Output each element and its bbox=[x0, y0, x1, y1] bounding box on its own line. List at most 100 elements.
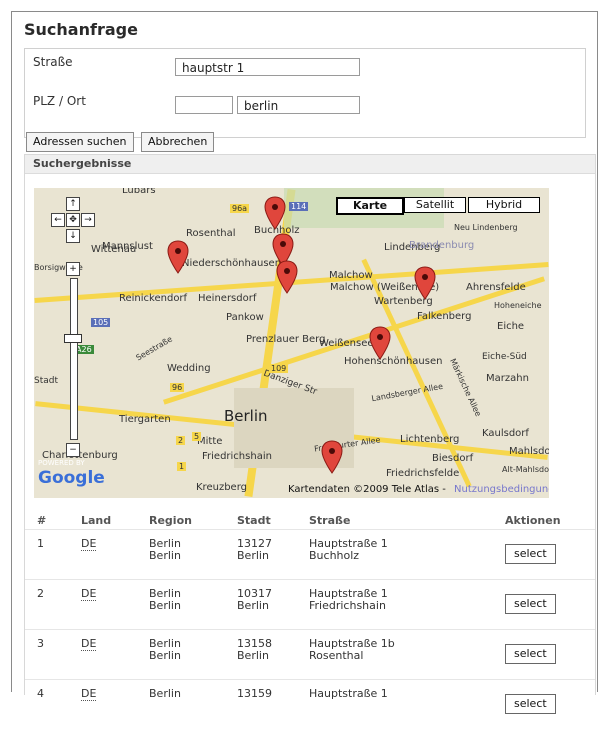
street-label: Straße bbox=[33, 55, 73, 69]
table-row: 1 DE BerlinBerlin 13127Berlin Hauptstraß… bbox=[25, 530, 595, 580]
map-label: Berlin bbox=[224, 407, 268, 425]
map-marker[interactable] bbox=[369, 326, 391, 360]
row-region-sub: Berlin bbox=[149, 550, 221, 562]
road-shield: 5 bbox=[192, 432, 201, 441]
row-num: 4 bbox=[25, 680, 69, 729]
map-label: Wedding bbox=[167, 363, 211, 374]
search-addresses-button[interactable]: Adressen suchen bbox=[26, 132, 134, 152]
row-num: 1 bbox=[25, 530, 69, 580]
zip-input[interactable] bbox=[175, 96, 233, 114]
map-label: Ahrensfelde bbox=[466, 282, 526, 293]
row-region-sub: Berlin bbox=[149, 600, 221, 612]
map-marker[interactable] bbox=[414, 266, 436, 300]
map-type-hybrid[interactable]: Hybrid bbox=[468, 197, 540, 213]
pan-center-button[interactable]: ✥ bbox=[66, 213, 80, 227]
map-label: Tiergarten bbox=[119, 414, 171, 425]
pan-left-button[interactable]: ← bbox=[51, 213, 65, 227]
pan-right-button[interactable]: → bbox=[81, 213, 95, 227]
map-attribution: Kartendaten ©2009 Tele Atlas - bbox=[288, 484, 446, 495]
col-num: # bbox=[25, 505, 69, 530]
road-shield: 114 bbox=[289, 202, 308, 211]
row-street: Hauptstraße 1 bbox=[309, 688, 489, 700]
city-input[interactable]: berlin bbox=[237, 96, 360, 114]
map-label: Neu Lindenberg bbox=[454, 223, 518, 232]
zoom-slider-track[interactable] bbox=[70, 278, 78, 440]
road-shield: 105 bbox=[91, 318, 110, 327]
map-label: Eiche bbox=[497, 321, 524, 332]
map-label: Wittenau bbox=[91, 244, 136, 255]
map-label: Hohenschönhausen bbox=[344, 356, 442, 367]
row-region-sub: Berlin bbox=[149, 650, 221, 662]
map-label: Mahlsdorf bbox=[509, 446, 549, 457]
map-label: Falkenberg bbox=[417, 311, 471, 322]
road-shield: 96a bbox=[230, 204, 249, 213]
row-land: DE bbox=[81, 687, 96, 701]
row-stadt: Berlin bbox=[237, 550, 293, 562]
search-panel: Suchanfrage Straße hauptstr 1 PLZ / Ort … bbox=[11, 11, 598, 692]
col-stadt: Stadt bbox=[225, 505, 297, 530]
row-land: DE bbox=[81, 587, 96, 601]
row-plz: 13159 bbox=[237, 688, 293, 700]
col-aktionen: Aktionen bbox=[493, 505, 595, 530]
row-district: Friedrichshain bbox=[309, 600, 489, 612]
map-label: Brandenburg bbox=[409, 240, 474, 251]
google-logo: Google bbox=[38, 468, 105, 488]
results-heading: Suchergebnisse bbox=[25, 155, 595, 174]
row-stadt: Berlin bbox=[237, 600, 293, 612]
results-map[interactable]: Lübars Buchholz Rosenthal Mannslust Witt… bbox=[34, 188, 549, 498]
map-label: Seestraße bbox=[134, 335, 173, 363]
pan-up-button[interactable]: ↑ bbox=[66, 197, 80, 211]
map-label: Lübars bbox=[122, 188, 156, 196]
road-shield: 96 bbox=[170, 383, 184, 392]
table-row: 3 DE BerlinBerlin 13158Berlin Hauptstraß… bbox=[25, 630, 595, 680]
road-shield: 1 bbox=[177, 462, 186, 471]
map-label: Prenzlauer Berg bbox=[246, 334, 325, 345]
pan-down-button[interactable]: ↓ bbox=[66, 229, 80, 243]
map-label: Heinersdorf bbox=[198, 293, 256, 304]
results-table: # Land Region Stadt Straße Aktionen 1 DE… bbox=[25, 505, 595, 729]
row-stadt: Berlin bbox=[237, 650, 293, 662]
cancel-button[interactable]: Abbrechen bbox=[141, 132, 214, 152]
row-land: DE bbox=[81, 637, 96, 651]
map-type-karte[interactable]: Karte bbox=[336, 197, 404, 215]
page-title: Suchanfrage bbox=[24, 20, 138, 39]
table-header-row: # Land Region Stadt Straße Aktionen bbox=[25, 505, 595, 530]
table-row: 4 DE Berlin 13159 Hauptstraße 1 select bbox=[25, 680, 595, 729]
map-label: Rosenthal bbox=[186, 228, 235, 239]
terms-link[interactable]: Nutzungsbedingungen bbox=[454, 484, 549, 495]
map-label: Stadt bbox=[34, 376, 58, 386]
map-marker[interactable] bbox=[321, 440, 343, 474]
select-button[interactable]: select bbox=[505, 544, 556, 564]
powered-by-label: POWERED BY bbox=[38, 459, 85, 467]
map-label: Alt-Mahlsdorf bbox=[502, 465, 549, 474]
row-region: Berlin bbox=[149, 688, 221, 700]
map-marker[interactable] bbox=[276, 260, 298, 294]
map-label: Malchow bbox=[329, 270, 373, 281]
row-num: 2 bbox=[25, 580, 69, 630]
map-marker[interactable] bbox=[264, 196, 286, 230]
select-button[interactable]: select bbox=[505, 594, 556, 614]
map-label: Hoheneiche bbox=[494, 301, 542, 310]
road-shield: 2 bbox=[176, 436, 185, 445]
map-label: Kreuzberg bbox=[196, 482, 247, 493]
col-region: Region bbox=[137, 505, 225, 530]
select-button[interactable]: select bbox=[505, 694, 556, 714]
zoom-slider-handle[interactable] bbox=[64, 334, 82, 343]
map-label: Marzahn bbox=[486, 373, 529, 384]
search-results: Suchergebnisse Lübars Buchholz Rosenthal… bbox=[24, 154, 596, 695]
zoom-out-button[interactable]: − bbox=[66, 443, 80, 457]
map-label: Niederschönhausen bbox=[182, 258, 281, 269]
street-input[interactable]: hauptstr 1 bbox=[175, 58, 360, 76]
select-button[interactable]: select bbox=[505, 644, 556, 664]
map-label: Friedrichsfelde bbox=[386, 468, 459, 479]
map-label: Friedrichshain bbox=[202, 451, 272, 462]
zoom-in-button[interactable]: + bbox=[66, 262, 80, 276]
map-label: Lichtenberg bbox=[400, 434, 459, 445]
map-label: Weißensee bbox=[319, 338, 374, 349]
map-type-satellit[interactable]: Satellit bbox=[404, 197, 466, 213]
map-marker[interactable] bbox=[167, 240, 189, 274]
road-shield: 109 bbox=[269, 364, 288, 373]
map-label: Biesdorf bbox=[432, 453, 473, 464]
map-label: Kaulsdorf bbox=[482, 428, 529, 439]
map-label: Landsberger Allee bbox=[371, 382, 444, 403]
